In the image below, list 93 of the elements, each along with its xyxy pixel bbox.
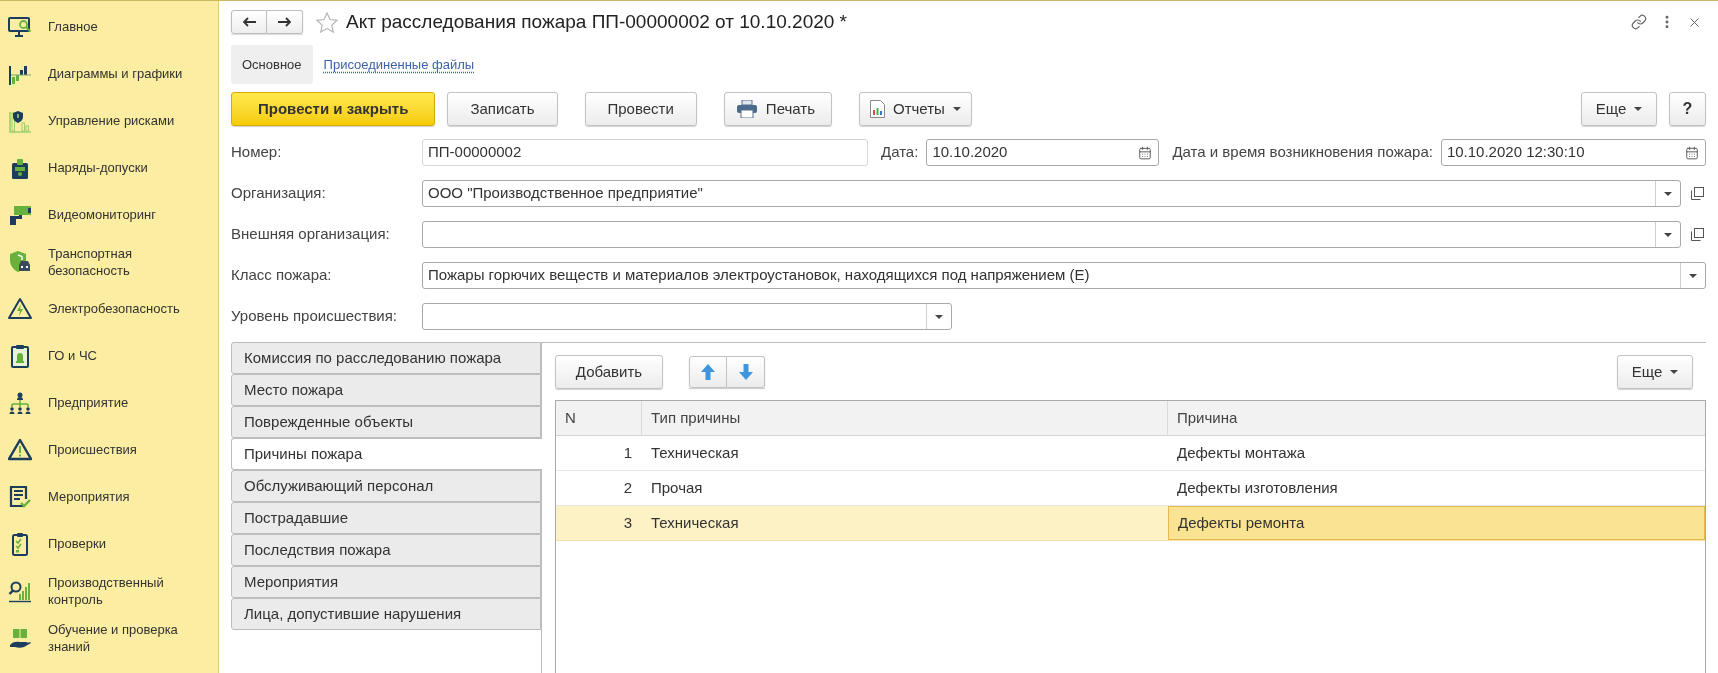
sidebar-item[interactable]: Диаграммы и графики (0, 50, 218, 97)
table-cell-text: Прочая (650, 477, 704, 498)
help-button[interactable]: ? (1669, 92, 1706, 126)
left-arrow-icon (242, 17, 256, 27)
section-tab[interactable]: Поврежденные объекты (231, 406, 541, 438)
star-icon[interactable] (316, 11, 338, 33)
section-tab[interactable]: Лица, допустившие нарушения (231, 598, 541, 630)
sidebar-item[interactable]: Предприятие (0, 379, 218, 426)
down-arrow-icon (738, 364, 753, 380)
table-row[interactable]: 3 Техническая Дефекты ремонта (556, 506, 1705, 541)
section-tab[interactable]: Комиссия по расследованию пожара (231, 342, 541, 374)
date-field[interactable]: 10.10.2020 (926, 139, 1160, 166)
fire-class-field[interactable]: Пожары горючих веществ и материалов электроустановок, находящихся под напряжением (E) (422, 262, 1706, 289)
command-button[interactable]: Провести (584, 92, 697, 126)
more-menu-button[interactable]: Еще (1581, 92, 1657, 126)
field-label: Дата и время возникновения пожара: (1172, 142, 1433, 163)
section-tab[interactable]: Обслуживающий персонал (231, 470, 541, 502)
forward-button[interactable] (267, 10, 303, 34)
add-button[interactable]: Добавить (555, 355, 663, 389)
org-chart-icon (8, 390, 32, 415)
field-label: Внешняя организация: (231, 224, 391, 245)
sidebar-item[interactable]: Главное (0, 3, 218, 50)
open-window-icon[interactable] (1691, 228, 1704, 241)
form-tab-link[interactable]: Присоединенные файлы (323, 54, 475, 75)
link-icon[interactable] (1631, 14, 1647, 30)
caret-icon (1670, 370, 1679, 374)
incident-level-field[interactable] (422, 303, 952, 330)
column-header[interactable]: Причина (1168, 401, 1705, 435)
window-title: Акт расследования пожара ПП-00000002 от 10.10.2020 * (346, 9, 847, 34)
caret-icon (1634, 107, 1643, 111)
table-cell-text: Техническая (650, 512, 740, 533)
reports-menu-button[interactable]: Отчеты (859, 92, 972, 126)
calendar-icon[interactable] (1685, 145, 1699, 160)
table-cell-text: Техническая (650, 442, 740, 463)
field-label: Номер: (231, 142, 283, 163)
clipboard-beacon-icon (8, 343, 32, 368)
caret-icon (1664, 232, 1672, 237)
section-tab[interactable]: Причины пожара (231, 438, 542, 470)
datetime-field[interactable]: 10.10.2020 12:30:10 (1440, 139, 1706, 166)
back-button[interactable] (231, 10, 267, 34)
printer-icon (736, 100, 757, 118)
caret-icon (935, 314, 943, 319)
caret-icon (1664, 191, 1672, 196)
move-down-button[interactable] (727, 356, 765, 388)
post-and-close-button[interactable]: Провести и закрыть (231, 92, 436, 126)
external-organization-field[interactable] (422, 221, 1681, 248)
organization-field[interactable]: ООО "Производственное предприятие" (422, 180, 1681, 207)
caret-icon (1689, 273, 1697, 278)
sidebar-item[interactable]: Электробезопасность (0, 285, 218, 332)
sidebar-item[interactable]: Обучение и проверка знаний (0, 614, 218, 661)
sidebar-item[interactable]: Происшествия (0, 426, 218, 473)
more-menu-button[interactable]: Еще (1617, 355, 1693, 389)
sidebar-item[interactable]: Наряды-допуски (0, 144, 218, 191)
section-tab[interactable]: Пострадавшие (231, 502, 541, 534)
sidebar-item[interactable]: Транспортная безопасность (0, 238, 218, 285)
up-arrow-icon (701, 364, 715, 380)
column-header[interactable]: N (556, 401, 642, 435)
command-button[interactable]: Записать (447, 92, 558, 126)
table-cell: Дефекты ремонта (1168, 506, 1705, 540)
field-label: Организация: (231, 183, 327, 204)
warning-bolt-icon (8, 296, 32, 321)
sidebar-item[interactable]: Проверки (0, 520, 218, 567)
monitor-search-icon (8, 14, 32, 39)
table-cell-text: 3 (622, 512, 633, 533)
section-tab[interactable]: Последствия пожара (231, 534, 541, 566)
table-cell-text: Дефекты изготовления (1176, 477, 1339, 498)
table-cell-text: 1 (622, 442, 633, 463)
field-label: Уровень происшествия: (231, 306, 399, 327)
document-check-icon (8, 484, 32, 509)
shield-car-icon (8, 249, 32, 274)
caret-icon (952, 107, 961, 111)
column-header[interactable]: Тип причины (642, 401, 1168, 435)
sidebar-item[interactable]: Видеомониторинг (0, 191, 218, 238)
sidebar-item[interactable]: ГО и ЧС (0, 332, 218, 379)
move-up-button[interactable] (689, 356, 727, 388)
sidebar-item[interactable]: Управление рисками (0, 97, 218, 144)
field-label: Класс пожара: (231, 265, 333, 286)
table-cell-text: 2 (622, 477, 633, 498)
section-tab[interactable]: Место пожара (231, 374, 541, 406)
open-window-icon[interactable] (1691, 187, 1704, 200)
form-tab[interactable]: Основное (231, 45, 313, 84)
table-cell-text: Дефекты монтажа (1176, 442, 1307, 463)
calendar-icon[interactable] (1138, 145, 1153, 160)
sidebar-item[interactable]: Производственный контроль (0, 567, 218, 614)
section-tab[interactable]: Мероприятия (231, 566, 541, 598)
warning-icon (8, 437, 32, 462)
report-chart-icon (870, 100, 885, 118)
right-arrow-icon (278, 17, 291, 27)
shield-bar-chart-icon (8, 108, 32, 133)
field-label: Дата: (881, 142, 919, 163)
sidebar-item[interactable]: Мероприятия (0, 473, 218, 520)
print-button[interactable]: Печать (723, 92, 832, 126)
number-field[interactable]: ПП-00000002 (422, 139, 868, 166)
